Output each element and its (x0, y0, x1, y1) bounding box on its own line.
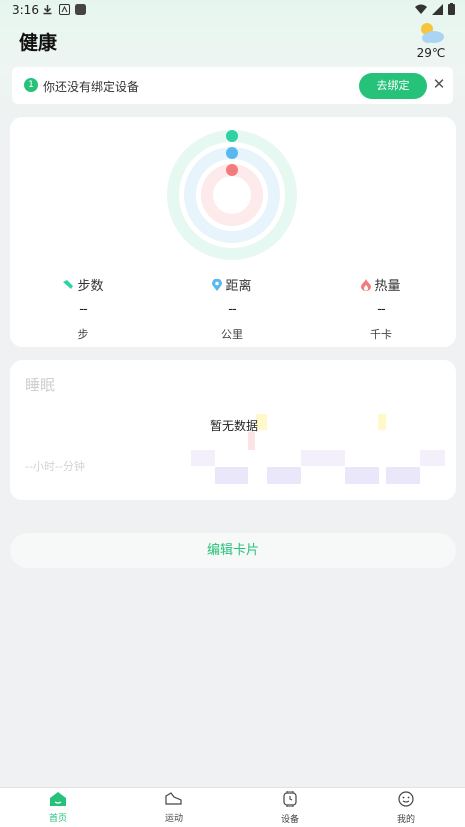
distance-ring-marker (226, 147, 238, 159)
tab-device[interactable]: 设备 (260, 790, 320, 825)
bind-device-banner: 1 你还没有绑定设备 去绑定 ✕ (12, 67, 453, 104)
sleep-bar (267, 467, 301, 484)
calories-value: -- (377, 302, 385, 317)
temperature: 29℃ (416, 46, 446, 60)
metric-calories: 热量 -- 千卡 (331, 275, 431, 342)
activity-rings (167, 130, 297, 260)
status-bar: 3:16 (0, 0, 465, 20)
edit-cards-button[interactable]: 编辑卡片 (10, 533, 456, 568)
tab-mine-label: 我的 (396, 815, 415, 825)
tab-sport[interactable]: 运动 (144, 791, 204, 824)
steps-value: -- (79, 302, 87, 317)
distance-label: 距离 (225, 279, 252, 294)
steps-ring-marker (226, 130, 238, 142)
sleep-duration: --小时--分钟 (25, 460, 85, 473)
steps-label: 步数 (77, 279, 104, 294)
activity-card[interactable]: 步数 -- 步 距离 -- 公里 热量 -- 千卡 (10, 117, 456, 347)
partly-cloudy-icon (421, 23, 444, 43)
watch-icon (283, 790, 297, 808)
calories-unit: 千卡 (370, 328, 392, 341)
metric-distance: 距离 -- 公里 (182, 275, 282, 342)
tab-home[interactable]: 首页 (28, 791, 88, 824)
banner-message: 你还没有绑定设备 (43, 80, 140, 94)
sleep-bar (191, 450, 215, 466)
signal-icon (432, 3, 443, 15)
tab-home-label: 首页 (48, 814, 67, 824)
shoe-icon (63, 279, 74, 289)
sleep-bar (301, 450, 345, 466)
download-icon (43, 5, 52, 15)
sneaker-icon (165, 792, 182, 805)
sleep-bar (215, 467, 248, 484)
weather-widget[interactable]: 29℃ (411, 20, 451, 60)
sleep-bar (378, 414, 386, 430)
notice-badge: 1 (24, 78, 38, 92)
home-icon (50, 792, 66, 806)
page-title: 健康 (19, 32, 58, 54)
calories-ring-track (201, 164, 263, 226)
battery-icon (448, 3, 455, 15)
bottom-tab-bar: 首页 运动 设备 我的 (0, 787, 465, 827)
app-notification-icon (59, 4, 70, 15)
calories-ring-marker (226, 164, 238, 176)
close-icon[interactable]: ✕ (432, 75, 446, 93)
location-pin-icon (212, 278, 223, 291)
distance-value: -- (228, 302, 236, 317)
calories-label: 热量 (374, 279, 401, 294)
flame-icon (361, 278, 372, 291)
status-time: 3:16 (12, 3, 39, 17)
app-icon (75, 4, 86, 15)
tab-sport-label: 运动 (164, 814, 183, 824)
smiley-icon (398, 791, 414, 807)
wifi-icon (415, 4, 427, 14)
sleep-title: 睡眠 (25, 376, 56, 394)
metric-steps: 步数 -- 步 (33, 275, 133, 342)
sleep-bar (248, 432, 255, 450)
sleep-card[interactable]: 睡眠 暂无数据 --小时--分钟 (10, 360, 456, 500)
tab-device-label: 设备 (280, 815, 299, 825)
sleep-bar (345, 467, 379, 484)
steps-unit: 步 (77, 328, 89, 341)
bind-device-button[interactable]: 去绑定 (359, 73, 427, 99)
distance-unit: 公里 (221, 328, 243, 341)
sleep-bar (420, 450, 445, 466)
no-data-label: 暂无数据 (210, 419, 259, 433)
sleep-bar (386, 467, 420, 484)
tab-mine[interactable]: 我的 (376, 791, 436, 825)
